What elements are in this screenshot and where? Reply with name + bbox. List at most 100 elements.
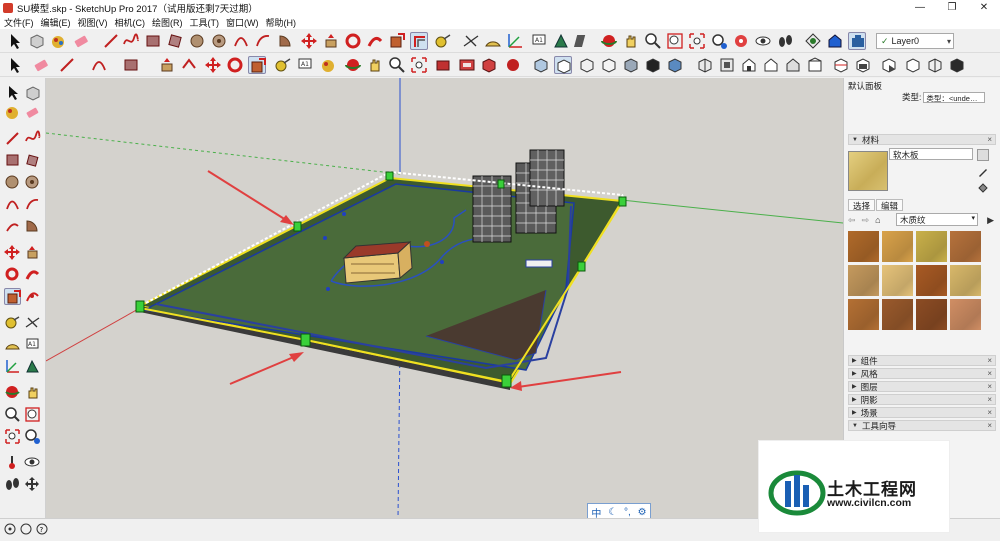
materials-icon[interactable] bbox=[458, 56, 476, 74]
look-around-icon[interactable] bbox=[754, 32, 772, 50]
tab-select[interactable]: 选择 bbox=[848, 199, 876, 211]
shaded-textures-icon[interactable] bbox=[644, 56, 662, 74]
components-section-header[interactable]: ▶ 组件 × bbox=[848, 355, 996, 366]
material-swatch[interactable] bbox=[916, 299, 947, 330]
pan-tool-icon[interactable] bbox=[24, 384, 41, 401]
materials-section-header[interactable]: ▼ 材料 × bbox=[848, 134, 996, 145]
wireframe-icon[interactable] bbox=[578, 56, 596, 74]
rectangle-tool-icon[interactable] bbox=[4, 152, 21, 169]
sample-paint-icon[interactable] bbox=[977, 166, 989, 178]
push-pull-icon[interactable] bbox=[24, 244, 41, 261]
look-around-icon[interactable] bbox=[24, 454, 41, 471]
make-component-icon[interactable] bbox=[24, 84, 41, 101]
moon-icon[interactable]: ☾ bbox=[608, 507, 617, 518]
extension-warehouse-icon[interactable] bbox=[848, 32, 866, 50]
3d-text-icon[interactable] bbox=[24, 358, 41, 375]
maximize-button[interactable]: ❐ bbox=[936, 0, 968, 15]
scale-tool-icon[interactable] bbox=[248, 56, 266, 74]
gear-icon[interactable]: ⚙ bbox=[638, 507, 647, 518]
arc-tool-icon[interactable] bbox=[4, 196, 21, 213]
warehouse-icon[interactable] bbox=[826, 32, 844, 50]
close-icon[interactable]: × bbox=[987, 135, 992, 144]
material-options-icon[interactable] bbox=[977, 149, 989, 161]
credits-icon[interactable] bbox=[20, 523, 32, 535]
pie-tool-icon[interactable] bbox=[24, 218, 41, 235]
rectangle-tool-icon[interactable] bbox=[144, 32, 162, 50]
top-view-icon[interactable] bbox=[718, 56, 736, 74]
push-pull-icon[interactable] bbox=[322, 32, 340, 50]
offset-tool-icon[interactable] bbox=[410, 32, 428, 50]
zoom-extents-icon[interactable] bbox=[688, 32, 706, 50]
material-swatch[interactable] bbox=[950, 299, 981, 330]
dimension-tool-icon[interactable] bbox=[24, 314, 41, 331]
close-icon[interactable]: × bbox=[987, 421, 992, 430]
viewport-3d[interactable] bbox=[46, 78, 843, 518]
scale-tool-icon[interactable] bbox=[4, 288, 21, 305]
orbit-tool-icon[interactable] bbox=[344, 56, 362, 74]
zoom-tool-icon[interactable] bbox=[4, 406, 21, 423]
rectangle-tool-icon[interactable] bbox=[122, 56, 140, 74]
freehand-tool-icon[interactable] bbox=[24, 130, 41, 147]
monochrome-icon[interactable] bbox=[666, 56, 684, 74]
3d-text-icon[interactable] bbox=[552, 32, 570, 50]
close-icon[interactable]: × bbox=[987, 382, 992, 391]
menu-help[interactable]: 帮助(H) bbox=[266, 16, 297, 29]
paint-bucket-icon[interactable] bbox=[977, 182, 989, 194]
left-view-icon[interactable] bbox=[806, 56, 824, 74]
back-edges-icon[interactable] bbox=[554, 56, 572, 74]
menu-window[interactable]: 窗口(W) bbox=[226, 16, 259, 29]
previous-view-icon[interactable] bbox=[710, 32, 728, 50]
back-arrow-icon[interactable]: ⇦ bbox=[848, 215, 856, 226]
text-tool-icon[interactable]: A1 bbox=[296, 56, 314, 74]
dimension-tool-icon[interactable] bbox=[462, 32, 480, 50]
instructor-section-header[interactable]: ▼ 工具向导 × bbox=[848, 420, 996, 431]
tape-measure-icon[interactable] bbox=[274, 56, 292, 74]
shaded-icon[interactable] bbox=[622, 56, 640, 74]
solid-tools-icon[interactable] bbox=[434, 56, 452, 74]
close-button[interactable]: ✕ bbox=[968, 0, 1000, 15]
two-point-arc-icon[interactable] bbox=[24, 196, 41, 213]
paint-bucket-icon[interactable] bbox=[320, 56, 338, 74]
pan-tool-icon[interactable] bbox=[366, 56, 384, 74]
polygon-tool-icon[interactable] bbox=[24, 174, 41, 191]
zoom-window-icon[interactable] bbox=[24, 406, 41, 423]
offset-tool-icon[interactable] bbox=[180, 56, 198, 74]
walk-tool-icon[interactable] bbox=[4, 476, 21, 493]
material-swatch[interactable] bbox=[882, 265, 913, 296]
orbit-tool-icon[interactable] bbox=[600, 32, 618, 50]
material-swatch[interactable] bbox=[916, 265, 947, 296]
previous-view-icon[interactable] bbox=[24, 428, 41, 445]
menu-view[interactable]: 视图(V) bbox=[78, 16, 108, 29]
menu-camera[interactable]: 相机(C) bbox=[115, 16, 146, 29]
iso-view-icon[interactable] bbox=[696, 56, 714, 74]
menu-tools[interactable]: 工具(T) bbox=[190, 16, 220, 29]
circle-tool-icon[interactable] bbox=[188, 32, 206, 50]
material-swatch[interactable] bbox=[916, 231, 947, 262]
scale-tool-icon[interactable] bbox=[388, 32, 406, 50]
move-tool-icon[interactable] bbox=[4, 244, 21, 261]
section-cut-icon[interactable] bbox=[832, 56, 850, 74]
punctuation-icon[interactable]: °, bbox=[624, 507, 631, 518]
axes-tool-icon[interactable] bbox=[4, 358, 21, 375]
position-camera-icon[interactable] bbox=[4, 454, 21, 471]
pan-tool-icon[interactable] bbox=[622, 32, 640, 50]
freehand-tool-icon[interactable] bbox=[122, 32, 140, 50]
paint-bucket-icon[interactable] bbox=[50, 32, 68, 50]
material-swatch[interactable] bbox=[950, 265, 981, 296]
protractor-icon[interactable] bbox=[484, 32, 502, 50]
hidden-line-icon[interactable] bbox=[600, 56, 618, 74]
minimize-button[interactable]: — bbox=[904, 0, 936, 15]
close-icon[interactable]: × bbox=[987, 408, 992, 417]
line-tool-icon[interactable] bbox=[4, 130, 21, 147]
eraser-icon[interactable] bbox=[24, 104, 41, 121]
close-icon[interactable]: × bbox=[987, 369, 992, 378]
shadows-section-header[interactable]: ▶ 阴影 × bbox=[848, 394, 996, 405]
components-icon[interactable] bbox=[480, 56, 498, 74]
arc-tool-icon[interactable] bbox=[90, 56, 108, 74]
follow-me-icon[interactable] bbox=[366, 32, 384, 50]
section-fill-icon[interactable] bbox=[854, 56, 872, 74]
styles-section-header[interactable]: ▶ 风格 × bbox=[848, 368, 996, 379]
front-view-icon[interactable] bbox=[740, 56, 758, 74]
close-icon[interactable]: × bbox=[987, 356, 992, 365]
material-swatch[interactable] bbox=[848, 299, 879, 330]
